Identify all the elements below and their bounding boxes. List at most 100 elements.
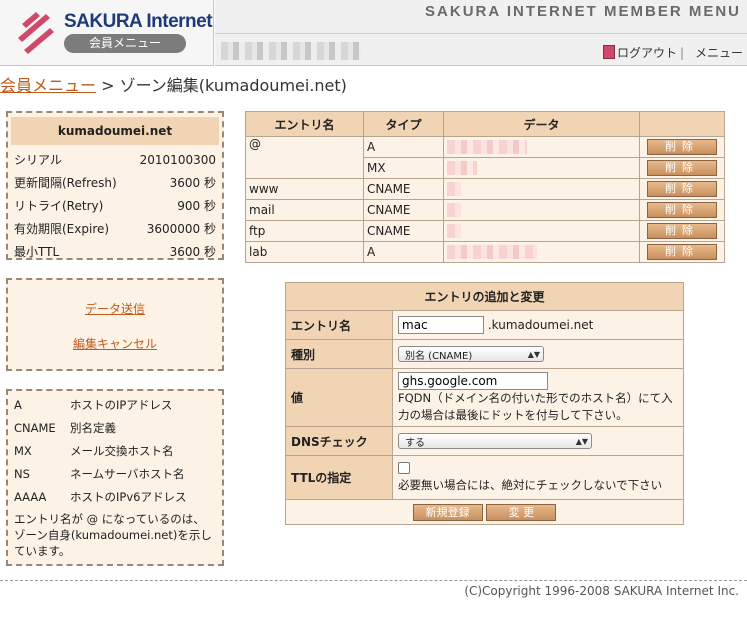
help-desc: ネームサーバホスト名	[70, 467, 185, 481]
breadcrumb-member-menu-link[interactable]: 会員メニュー	[0, 76, 96, 95]
breadcrumb: 会員メニュー > ゾーン編集(kumadoumei.net)	[0, 72, 347, 96]
help-type: CNAME	[14, 421, 56, 435]
dns-check-label: DNSチェック	[285, 426, 393, 456]
col-header-action	[639, 111, 725, 137]
delete-button[interactable]: 削除	[647, 181, 717, 197]
entry-cell: lab	[245, 241, 364, 263]
action-cell: 削除	[639, 241, 725, 263]
help-type: NS	[14, 467, 30, 481]
help-row: A ホストのIPアドレス	[14, 394, 216, 417]
delete-button[interactable]: 削除	[647, 160, 717, 176]
footer-divider	[0, 580, 747, 581]
redacted-data	[447, 224, 461, 239]
zone-info-panel: kumadoumei.net シリアル 2010100300 更新間隔(Refre…	[6, 111, 224, 260]
zone-row-value: 3600 秒	[169, 176, 216, 190]
logout-link[interactable]: ログアウト |	[603, 44, 687, 61]
zone-name: kumadoumei.net	[11, 117, 219, 145]
action-cell: 削除	[639, 136, 725, 158]
entry-form-table: エントリの追加と変更 エントリ名 .kumadoumei.net 種別 別名 (…	[285, 282, 684, 525]
zone-row-value: 3600 秒	[169, 245, 216, 259]
form-buttons-cell: 新規登録 変 更	[285, 499, 684, 525]
zone-row-label: 最小TTL	[14, 245, 60, 259]
table-row: mail CNAME 削除	[245, 199, 725, 221]
action-cell: 削除	[639, 157, 725, 179]
ttl-cell: 必要無い場合には、絶対にチェックしないで下さい	[392, 455, 684, 500]
dns-check-value: する	[405, 437, 425, 449]
col-header-type: タイプ	[363, 111, 444, 137]
help-desc: ホストのIPアドレス	[70, 398, 173, 412]
entry-cell: www	[245, 178, 364, 200]
data-cell	[443, 157, 640, 179]
zone-row-value: 3600000 秒	[146, 222, 216, 236]
logout-label: ログアウト	[617, 46, 678, 60]
entry-name-input[interactable]	[398, 316, 484, 334]
type-cell: A	[363, 136, 444, 158]
zone-row-label: シリアル	[14, 153, 62, 167]
cancel-edit-link[interactable]: 編集キャンセル	[8, 335, 222, 352]
record-type-help-panel: A ホストのIPアドレス CNAME 別名定義 MX メール交換ホスト名 NS ネームサ…	[6, 389, 224, 566]
action-cell: 削除	[639, 199, 725, 221]
redacted-user-info	[221, 42, 361, 60]
col-header-data: データ	[443, 111, 640, 137]
zone-row: リトライ(Retry) 900 秒	[8, 195, 222, 218]
delete-button[interactable]: 削除	[647, 223, 717, 239]
entry-cell: @	[245, 136, 364, 179]
table-row: @ A 削除	[245, 136, 725, 179]
ttl-label: TTLの指定	[285, 455, 393, 500]
zone-row: 最小TTL 3600 秒	[8, 241, 222, 264]
table-row: www CNAME 削除	[245, 178, 725, 200]
help-row: CNAME 別名定義	[14, 417, 216, 440]
help-row: AAAA ホストのIPv6アドレス	[14, 486, 216, 509]
header-bar: SAKURA INTERNET MEMBER MENU ログアウト | メニュー	[215, 0, 747, 66]
type-cell: CNAME	[363, 220, 444, 242]
delete-button[interactable]: 削除	[647, 202, 717, 218]
zone-row-label: 更新間隔(Refresh)	[14, 176, 117, 190]
redacted-data	[447, 203, 461, 218]
change-button[interactable]: 変 更	[486, 503, 557, 521]
logo-title: SAKURA Internet	[64, 11, 213, 32]
actions-panel: データ送信 編集キャンセル	[6, 278, 224, 371]
data-cell	[443, 199, 640, 221]
help-row: NS ネームサーバホスト名	[14, 463, 216, 486]
logo-area[interactable]: SAKURA Internet 会員メニュー	[0, 0, 214, 66]
ttl-checkbox[interactable]	[398, 461, 410, 474]
entry-cell: mail	[245, 199, 364, 221]
zone-row-value: 2010100300	[139, 153, 216, 167]
header-divider	[215, 33, 747, 34]
data-cell	[443, 241, 640, 263]
help-note: エントリ名が @ になっているのは、ゾーン自身(kumadoumei.net)を…	[14, 512, 212, 558]
site-title: SAKURA INTERNET MEMBER MENU	[425, 3, 741, 20]
help-type: AAAA	[14, 490, 47, 504]
type-cell: A	[363, 241, 444, 263]
logout-icon	[603, 45, 615, 59]
help-type: A	[14, 398, 22, 412]
delete-button[interactable]: 削除	[647, 139, 717, 155]
record-kind-select[interactable]: 別名 (CNAME) ▲▼	[398, 346, 544, 362]
redacted-data	[447, 245, 537, 260]
zone-row-label: 有効期限(Expire)	[14, 222, 110, 236]
new-register-button[interactable]: 新規登録	[412, 503, 483, 521]
select-arrows-icon: ▲▼	[575, 436, 588, 446]
menu-link[interactable]: メニュー	[695, 44, 743, 61]
zone-row: 更新間隔(Refresh) 3600 秒	[8, 172, 222, 195]
help-row: MX メール交換ホスト名	[14, 440, 216, 463]
type-cell: CNAME	[363, 199, 444, 221]
entry-name-suffix: .kumadoumei.net	[487, 318, 594, 332]
send-data-link[interactable]: データ送信	[8, 300, 222, 317]
dns-check-select[interactable]: する ▲▼	[398, 433, 592, 449]
zone-row: 有効期限(Expire) 3600000 秒	[8, 218, 222, 241]
logo-subtitle: 会員メニュー	[64, 34, 186, 53]
zone-row-value: 900 秒	[177, 199, 216, 213]
value-label: 値	[285, 368, 393, 427]
zone-row-label: リトライ(Retry)	[14, 199, 104, 213]
help-desc: メール交換ホスト名	[70, 444, 174, 458]
table-row: lab A 削除	[245, 241, 725, 263]
delete-button[interactable]: 削除	[647, 244, 717, 260]
form-title: エントリの追加と変更	[285, 282, 684, 311]
record-kind-value: 別名 (CNAME)	[405, 350, 473, 362]
data-cell	[443, 136, 640, 158]
data-cell	[443, 220, 640, 242]
header-separator: |	[680, 46, 685, 60]
value-input[interactable]	[398, 371, 548, 390]
breadcrumb-separator: >	[101, 76, 115, 95]
